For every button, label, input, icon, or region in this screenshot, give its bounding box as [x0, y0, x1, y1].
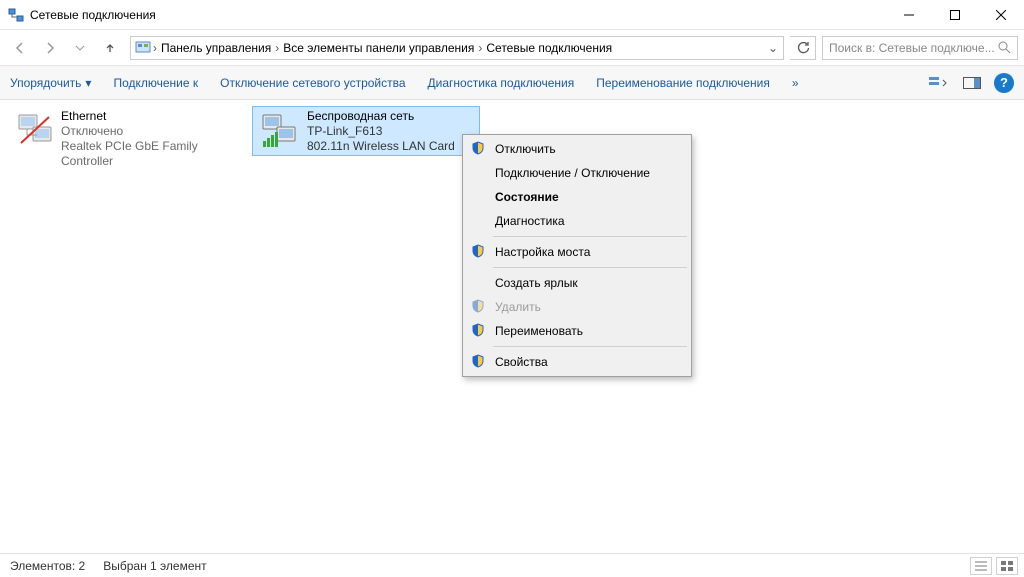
- shield-icon: [471, 354, 487, 370]
- diagnose-button[interactable]: Диагностика подключения: [428, 76, 575, 90]
- separator: [493, 236, 687, 237]
- search-icon: [998, 41, 1011, 54]
- connection-name: Ethernet: [61, 109, 233, 124]
- connection-device: 802.11n Wireless LAN Card: [307, 139, 455, 154]
- ctx-toggle[interactable]: Подключение / Отключение: [465, 161, 689, 185]
- details-view-button[interactable]: [970, 557, 992, 575]
- context-menu: Отключить Подключение / Отключение Состо…: [462, 134, 692, 377]
- shield-icon: [471, 323, 487, 339]
- ctx-rename[interactable]: Переименовать: [465, 319, 689, 343]
- ctx-shortcut[interactable]: Создать ярлык: [465, 271, 689, 295]
- ctx-disconnect[interactable]: Отключить: [465, 137, 689, 161]
- ctx-delete: Удалить: [465, 295, 689, 319]
- search-placeholder: Поиск в: Сетевые подключе...: [829, 41, 998, 55]
- refresh-button[interactable]: [790, 36, 816, 60]
- rename-connection-button[interactable]: Переименование подключения: [596, 76, 770, 90]
- shield-icon: [471, 244, 487, 260]
- connection-device: Realtek PCIe GbE Family Controller: [61, 139, 233, 169]
- ctx-bridge[interactable]: Настройка моста: [465, 240, 689, 264]
- command-bar: Упорядочить▾ Подключение к Отключение се…: [0, 66, 1024, 100]
- more-commands-button[interactable]: »: [792, 76, 799, 90]
- crumb-network-connections[interactable]: Сетевые подключения: [482, 41, 616, 55]
- recent-button[interactable]: [66, 34, 94, 62]
- status-count: Элементов: 2: [10, 559, 85, 573]
- connect-to-button[interactable]: Подключение к: [113, 76, 198, 90]
- search-input[interactable]: Поиск в: Сетевые подключе...: [822, 36, 1018, 60]
- ctx-diagnostics[interactable]: Диагностика: [465, 209, 689, 233]
- separator: [493, 346, 687, 347]
- status-selected: Выбран 1 элемент: [103, 559, 206, 573]
- statusbar: Элементов: 2 Выбран 1 элемент: [0, 553, 1024, 577]
- connection-status: TP-Link_F613: [307, 124, 455, 139]
- address-dropdown[interactable]: ⌄: [765, 41, 781, 55]
- ctx-status[interactable]: Состояние: [465, 185, 689, 209]
- separator: [493, 267, 687, 268]
- crumb-control-panel[interactable]: Панель управления: [157, 41, 275, 55]
- app-icon: [8, 7, 24, 23]
- connection-name: Беспроводная сеть: [307, 109, 455, 124]
- control-panel-icon: [133, 40, 153, 56]
- icons-view-button[interactable]: [996, 557, 1018, 575]
- breadcrumb[interactable]: › Панель управления › Все элементы панел…: [130, 36, 784, 60]
- connection-wifi[interactable]: Беспроводная сеть TP-Link_F613 802.11n W…: [252, 106, 480, 156]
- forward-button[interactable]: [36, 34, 64, 62]
- chevron-down-icon: ▾: [85, 76, 91, 90]
- minimize-button[interactable]: [886, 0, 932, 30]
- ethernet-icon: [15, 109, 55, 153]
- shield-icon: [471, 141, 487, 157]
- maximize-button[interactable]: [932, 0, 978, 30]
- wifi-icon: [257, 109, 301, 153]
- view-options-button[interactable]: [926, 71, 950, 95]
- navbar: › Панель управления › Все элементы панел…: [0, 30, 1024, 66]
- back-button[interactable]: [6, 34, 34, 62]
- window-title: Сетевые подключения: [30, 8, 886, 22]
- up-button[interactable]: [96, 34, 124, 62]
- titlebar: Сетевые подключения: [0, 0, 1024, 30]
- organize-button[interactable]: Упорядочить▾: [10, 76, 91, 90]
- help-button[interactable]: ?: [994, 73, 1014, 93]
- connection-ethernet[interactable]: Ethernet Отключено Realtek PCIe GbE Fami…: [10, 106, 238, 156]
- crumb-all-items[interactable]: Все элементы панели управления: [279, 41, 478, 55]
- shield-icon: [471, 299, 487, 315]
- disable-device-button[interactable]: Отключение сетевого устройства: [220, 76, 405, 90]
- connection-status: Отключено: [61, 124, 233, 139]
- preview-pane-button[interactable]: [960, 71, 984, 95]
- close-button[interactable]: [978, 0, 1024, 30]
- ctx-properties[interactable]: Свойства: [465, 350, 689, 374]
